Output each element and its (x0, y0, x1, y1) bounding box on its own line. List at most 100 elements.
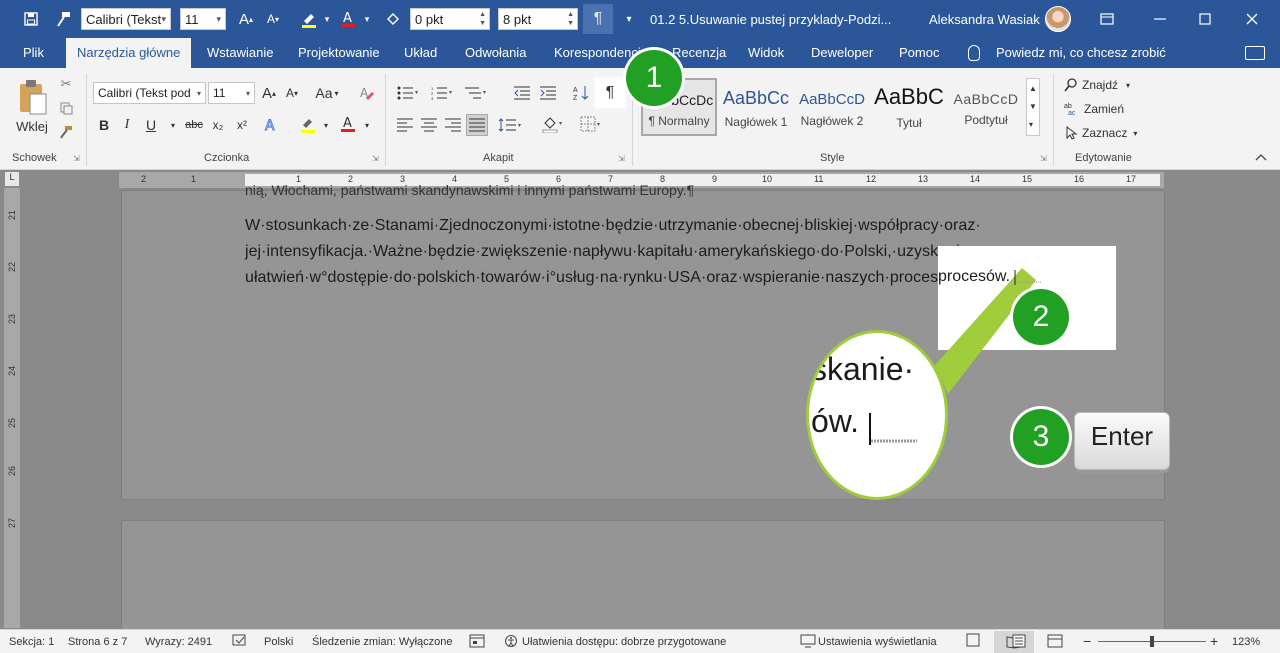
grow-font-icon[interactable]: A ▴ (260, 84, 278, 102)
user-name[interactable]: Aleksandra Wasiak (929, 12, 1040, 27)
chevron-down-icon[interactable]: ▾ (362, 116, 372, 134)
find-button[interactable]: Znajdź ▾ (1064, 76, 1164, 94)
document-page[interactable] (121, 520, 1165, 632)
tab-help[interactable]: Pomoc (888, 38, 950, 68)
spacing-after-field[interactable]: 8 pkt ▲ ▼ (498, 8, 578, 30)
dialog-launcher-icon[interactable]: ⇲ (618, 154, 625, 163)
display-settings-icon[interactable] (800, 634, 816, 651)
style-heading-2[interactable]: AaBbCcD Nagłówek 2 (794, 78, 870, 136)
show-formatting-marks-button[interactable]: ¶ (583, 4, 613, 34)
avatar[interactable] (1045, 6, 1071, 32)
bold-button[interactable]: B (96, 116, 112, 134)
paint-bucket-icon[interactable] (382, 7, 404, 31)
comment-icon[interactable] (1245, 46, 1265, 60)
status-section[interactable]: Sekcja: 1 (9, 636, 54, 648)
status-page[interactable]: Strona 6 z 7 (68, 636, 127, 648)
line-spacing-icon[interactable]: ▾ (496, 116, 526, 134)
spacing-before-field[interactable]: 0 pkt ▲ ▼ (410, 8, 490, 30)
zoom-level[interactable]: 123% (1232, 636, 1260, 648)
paste-button[interactable]: Wklej (10, 118, 54, 134)
macro-icon[interactable] (469, 634, 485, 651)
styles-gallery-scroll[interactable]: ▲ ▼ ▾ (1026, 78, 1040, 136)
chevron-down-icon[interactable]: ▾ (362, 7, 372, 31)
status-language[interactable]: Polski (264, 636, 293, 648)
style-subtitle[interactable]: AaBbCcD Podtytuł (948, 78, 1024, 136)
tab-view[interactable]: Widok (737, 38, 795, 68)
align-right-icon[interactable] (444, 116, 462, 134)
format-painter-icon[interactable] (58, 124, 74, 140)
italic-button[interactable]: I (119, 116, 135, 134)
ribbon-display-icon[interactable] (1095, 8, 1119, 30)
copy-icon[interactable] (58, 100, 74, 116)
grow-font-button[interactable]: A ▴ (236, 7, 256, 31)
style-title[interactable]: AaBbC Tytuł (871, 78, 947, 136)
highlight-icon[interactable] (296, 114, 320, 134)
proofing-icon[interactable] (232, 634, 248, 651)
underline-button[interactable]: U (143, 116, 159, 134)
replace-button[interactable]: ab ac Zamień (1064, 100, 1164, 118)
font-name-combo[interactable]: Calibri (Tekst ▾ (81, 8, 171, 30)
print-layout-icon[interactable] (1012, 634, 1026, 651)
chevron-down-icon[interactable]: ▾ (168, 116, 178, 134)
multilevel-list-icon[interactable]: ▾ (462, 84, 490, 102)
show-formatting-marks-button[interactable]: ¶ (597, 80, 623, 106)
align-center-icon[interactable] (420, 116, 438, 134)
accessibility-icon[interactable] (504, 634, 520, 651)
sort-icon[interactable]: AZ (572, 84, 592, 102)
tab-design[interactable]: Projektowanie (287, 38, 391, 68)
format-painter-icon[interactable] (52, 7, 74, 31)
tab-layout[interactable]: Układ (393, 38, 448, 68)
dialog-launcher-icon[interactable]: ⇲ (372, 154, 379, 163)
tab-stop-selector[interactable]: L (5, 172, 19, 186)
maximize-icon[interactable] (1193, 8, 1217, 30)
zoom-out-button[interactable]: − (1083, 633, 1091, 649)
superscript-button[interactable]: x² (233, 116, 251, 134)
tab-developer[interactable]: Deweloper (800, 38, 884, 68)
increase-indent-icon[interactable] (538, 84, 558, 102)
font-size-combo[interactable]: 11 ▾ (180, 8, 226, 30)
change-case-button[interactable]: Aa ▾ (311, 83, 343, 103)
spinner-icon[interactable]: ▲ ▼ (567, 10, 574, 28)
text-effects-icon[interactable]: A (262, 116, 280, 134)
shrink-font-icon[interactable]: A ▾ (284, 84, 300, 102)
align-left-icon[interactable] (396, 116, 414, 134)
subscript-button[interactable]: x₂ (209, 116, 227, 134)
status-display-settings[interactable]: Ustawienia wyświetlania (818, 636, 937, 648)
dialog-launcher-icon[interactable]: ⇲ (73, 154, 80, 163)
tell-me-search[interactable]: Powiedz mi, co chcesz zrobić (996, 38, 1166, 68)
status-tracking[interactable]: Śledzenie zmian: Wyłączone (312, 636, 453, 648)
close-icon[interactable] (1240, 8, 1264, 30)
font-color-icon[interactable]: A (337, 114, 359, 134)
tab-file[interactable]: Plik (12, 38, 55, 68)
customize-toolbar-icon[interactable]: ▾ (622, 7, 636, 31)
vertical-ruler[interactable]: 21 22 23 24 25 26 27 (4, 188, 20, 628)
status-accessibility[interactable]: Ułatwienia dostępu: dobrze przygotowane (522, 636, 726, 648)
style-heading-1[interactable]: AaBbCc Nagłówek 1 (718, 78, 794, 136)
cut-icon[interactable]: ✂ (58, 76, 74, 92)
shrink-font-button[interactable]: A ▾ (264, 7, 282, 31)
justify-icon[interactable] (466, 114, 488, 136)
zoom-slider-thumb[interactable] (1150, 636, 1154, 647)
tab-insert[interactable]: Wstawianie (196, 38, 284, 68)
web-layout-icon[interactable] (1047, 634, 1063, 651)
dialog-launcher-icon[interactable]: ⇲ (1040, 154, 1047, 163)
decrease-indent-icon[interactable] (512, 84, 532, 102)
bullets-icon[interactable]: ▾ (394, 84, 422, 102)
status-words[interactable]: Wyrazy: 2491 (145, 636, 212, 648)
save-icon[interactable] (20, 7, 42, 31)
clear-formatting-icon[interactable]: A (357, 83, 377, 103)
focus-mode-icon[interactable] (965, 632, 991, 652)
zoom-in-button[interactable]: + (1210, 633, 1218, 649)
select-button[interactable]: Zaznacz ▾ (1064, 124, 1164, 142)
spinner-icon[interactable]: ▲ ▼ (479, 10, 486, 28)
tab-references[interactable]: Odwołania (454, 38, 537, 68)
collapse-ribbon-icon[interactable] (1252, 150, 1270, 164)
numbering-icon[interactable]: 1 2 3 ▾ (428, 84, 456, 102)
borders-icon[interactable]: ▾ (578, 114, 606, 134)
font-name-combo[interactable]: Calibri (Tekst pod ▾ (93, 82, 206, 104)
chevron-down-icon[interactable]: ▾ (322, 7, 332, 31)
tab-home[interactable]: Narzędzia główne (66, 38, 192, 68)
strikethrough-button[interactable]: abc (183, 116, 205, 134)
highlight-icon[interactable] (297, 7, 321, 31)
font-size-combo[interactable]: 11 ▾ (208, 82, 255, 104)
